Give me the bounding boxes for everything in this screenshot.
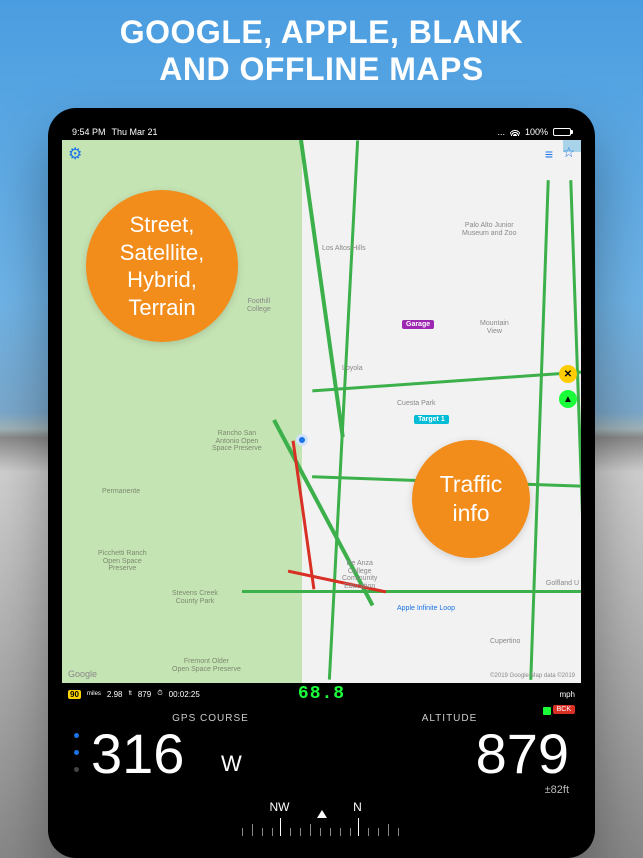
course-direction: W — [221, 751, 242, 777]
status-time: 9:54 PM — [72, 127, 106, 137]
pin-target-1[interactable]: Target 1 — [414, 415, 449, 424]
status-battery-pct: 100% — [525, 127, 548, 137]
dashboard-main: GPS COURSE 316 W NW N — [62, 705, 581, 844]
place-loyola: Loyola — [342, 365, 363, 373]
recording-indicator-icon — [543, 707, 551, 715]
place-picchetti: Picchetti Ranch Open Space Preserve — [98, 550, 147, 573]
status-connection: ... — [497, 127, 505, 137]
place-cupertino: Cupertino — [490, 638, 520, 646]
altitude-value: 879 — [330, 726, 569, 782]
compass-label-n: N — [353, 800, 362, 814]
place-deanza: De Anza College Community Education — [342, 560, 377, 591]
page-dot-1[interactable] — [74, 733, 79, 738]
menu-icon[interactable]: ≡ — [545, 146, 553, 162]
side-button-locate[interactable]: ▲ — [559, 390, 577, 408]
settings-gear-icon[interactable]: ⚙ — [68, 144, 82, 164]
map-view[interactable]: Rancho San Antonio Open Space Preserve P… — [62, 140, 581, 683]
side-button-x[interactable]: ✕ — [559, 365, 577, 383]
battery-icon — [553, 128, 571, 136]
headline-line1: GOOGLE, APPLE, BLANK — [120, 14, 524, 50]
pin-garage[interactable]: Garage — [402, 320, 434, 329]
timer-icon: ⏱ — [157, 690, 162, 698]
highway-3 — [242, 590, 581, 593]
dist-unit-label: miles — [87, 691, 101, 697]
gps-course-value: 316 — [91, 726, 330, 782]
place-mtview: Mountain View — [480, 320, 509, 335]
place-cuesta: Cuesta Park — [397, 400, 436, 408]
alt-unit-label: ft — [129, 691, 132, 697]
callout-traffic: Traffic info — [412, 440, 530, 558]
place-golfland: Golfland U — [546, 580, 579, 588]
place-paloalto-zoo: Palo Alto Junior Museum and Zoo — [462, 222, 516, 237]
hud-speed-readout: 68.8 — [298, 684, 345, 704]
page-dots[interactable] — [74, 713, 79, 844]
ipad-device-frame: 9:54 PM Thu Mar 21 ... 100% — [48, 108, 595, 858]
wifi-icon — [510, 128, 520, 136]
map-attribution: ©2019 Google Map data ©2019 — [490, 673, 575, 679]
place-foothill: Foothill College — [247, 298, 271, 313]
speed-unit-label: mph — [559, 690, 575, 699]
place-fremont: Fremont Older Open Space Preserve — [172, 658, 241, 673]
park-area-sw — [62, 440, 282, 683]
place-stevens: Stevens Creek County Park — [172, 590, 218, 605]
current-location-dot — [296, 434, 308, 446]
google-logo: Google — [68, 669, 97, 679]
compass-scale[interactable]: NW N — [232, 790, 412, 836]
favorite-star-icon[interactable]: ☆ — [562, 144, 575, 161]
timer-value: 00:02:25 — [169, 690, 200, 699]
place-rancho: Rancho San Antonio Open Space Preserve — [212, 430, 262, 453]
device-screen: 9:54 PM Thu Mar 21 ... 100% — [62, 124, 581, 844]
promo-headline: GOOGLE, APPLE, BLANK AND OFFLINE MAPS — [0, 0, 643, 92]
status-date: Thu Mar 21 — [112, 127, 158, 137]
compass-label-nw: NW — [270, 800, 290, 814]
altitude-mini-value: 879 — [138, 690, 151, 699]
compass-needle-icon — [317, 810, 327, 818]
callout-map-types: Street, Satellite, Hybrid, Terrain — [86, 190, 238, 342]
park-patch-1 — [152, 140, 232, 190]
status-bar: 9:54 PM Thu Mar 21 ... 100% — [62, 124, 581, 140]
headline-line2: AND OFFLINE MAPS — [159, 51, 483, 87]
place-permanente: Permanente — [102, 488, 140, 496]
page-dot-2[interactable] — [74, 750, 79, 755]
place-losaltos: Los Altos Hills — [322, 245, 366, 253]
place-apple-loop: Apple Infinite Loop — [397, 605, 455, 613]
distance-value: 2.98 — [107, 690, 123, 699]
speed-limit-badge: 90 — [68, 690, 81, 699]
bck-badge: BCK — [553, 705, 575, 714]
dashboard-strip: 90 miles 2.98 ft 879 ⏱ 00:02:25 68.8 mph — [62, 683, 581, 705]
page-dot-3[interactable] — [74, 767, 79, 772]
